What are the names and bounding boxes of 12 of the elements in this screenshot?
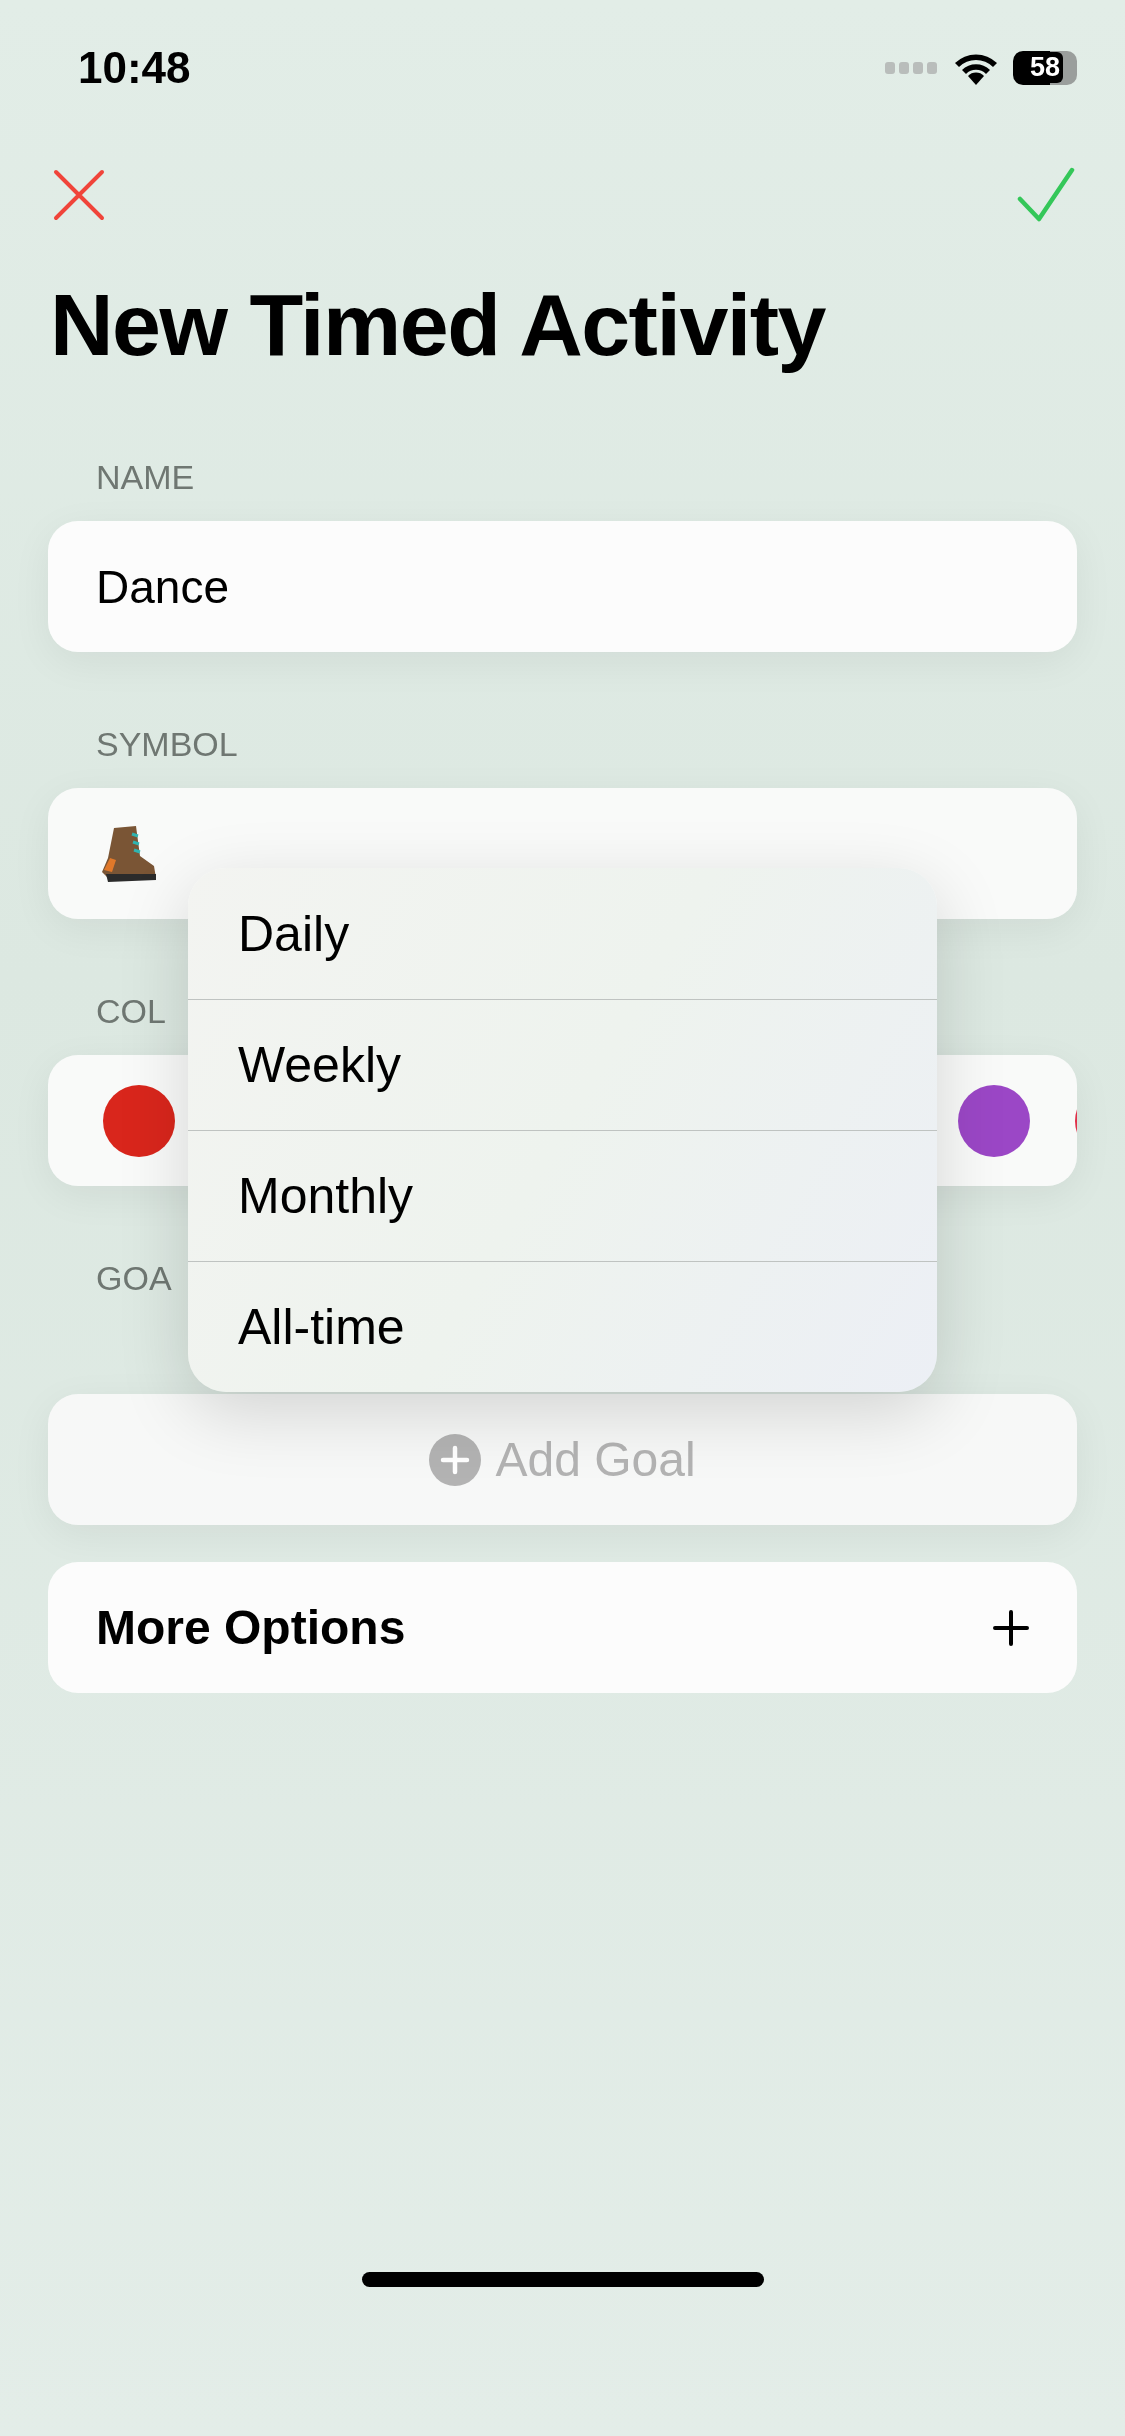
menu-item[interactable]: Monthly	[188, 1130, 937, 1261]
page-title: New Timed Activity	[50, 274, 827, 376]
section-label: GOA	[96, 1258, 173, 1298]
section-label: COL	[96, 991, 167, 1031]
status-time: 10:48	[78, 42, 191, 93]
menu-item[interactable]: Weekly	[188, 999, 937, 1130]
menu-item[interactable]: Daily	[188, 868, 937, 999]
section-label: SYMBOL	[96, 724, 239, 764]
menu-item[interactable]: All-time	[188, 1261, 937, 1392]
name-field[interactable]: Dance	[48, 521, 1077, 652]
more-options-button[interactable]: More Options	[48, 1562, 1077, 1693]
section-label: NAME	[96, 457, 196, 497]
